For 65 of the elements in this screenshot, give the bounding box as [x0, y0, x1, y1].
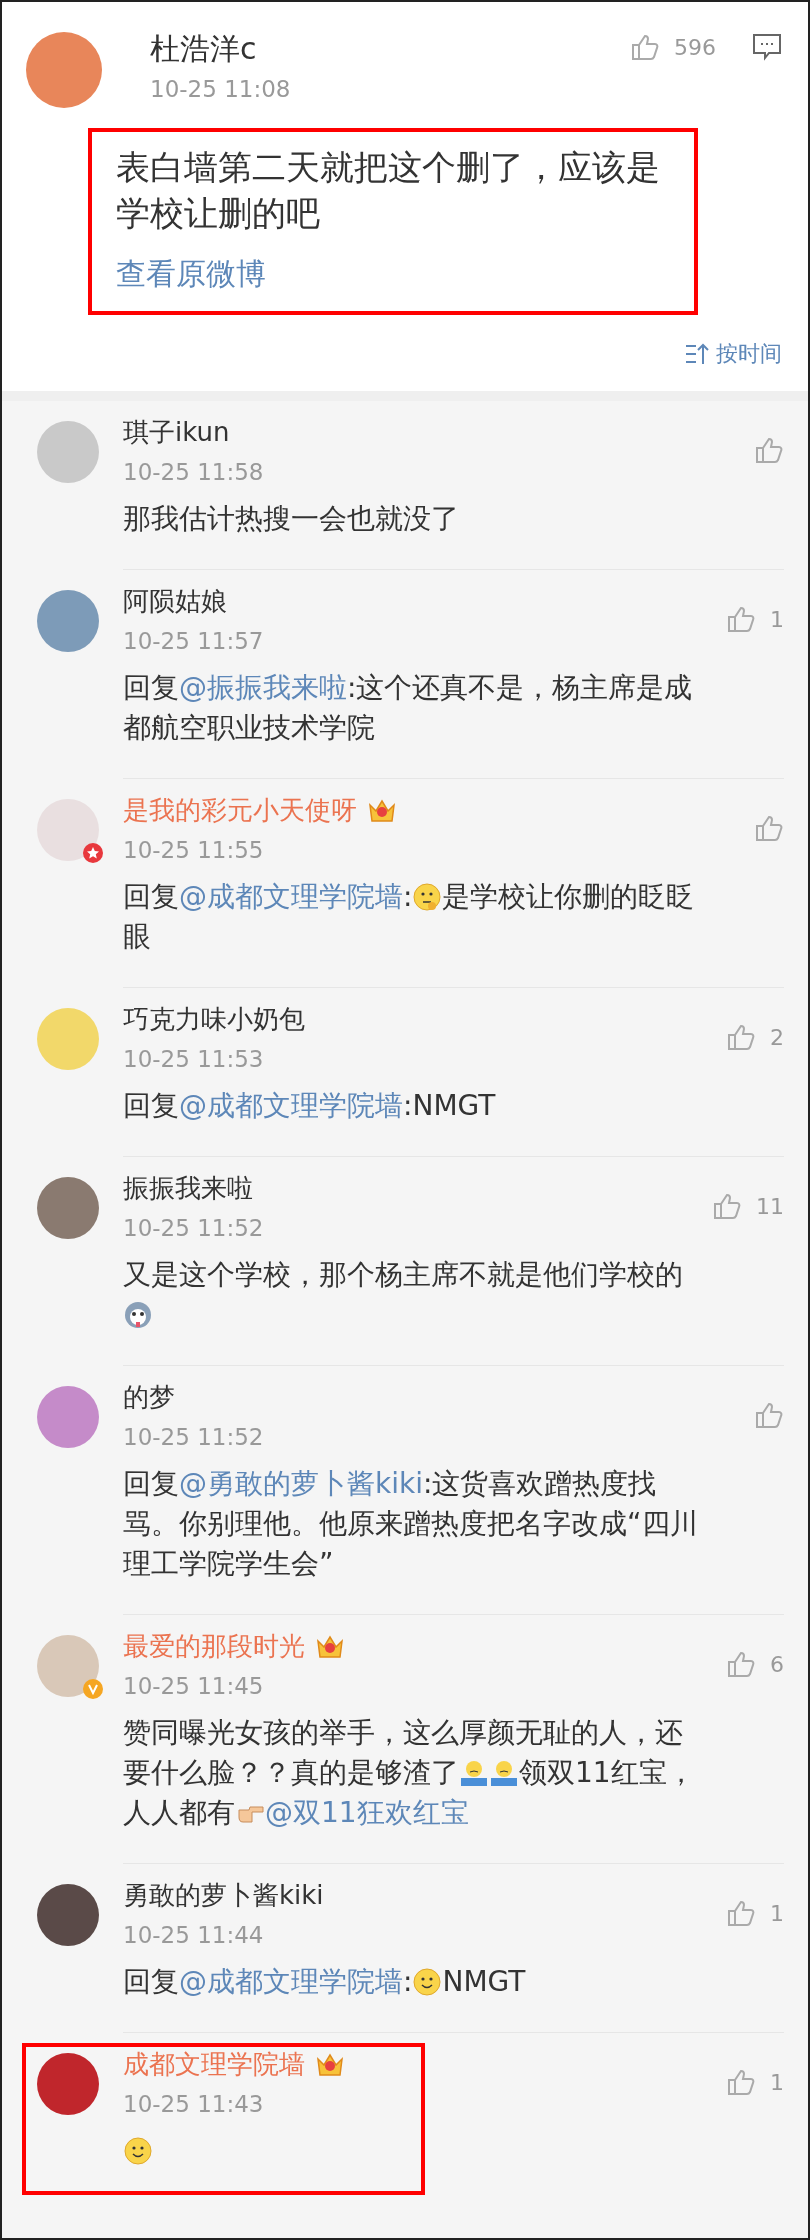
comment-time: 10-25 11:43 [123, 2091, 265, 2117]
sort-icon [684, 342, 710, 366]
comment-time: 10-25 11:45 [123, 1673, 265, 1699]
like-count: 596 [674, 34, 716, 60]
sort-by-time-button[interactable]: 按时间 [684, 339, 782, 369]
thumbs-up-icon[interactable] [754, 435, 784, 465]
comment-text: 回复@勇敢的萝卜酱kiki:这货喜欢蹭热度找骂。你别理他。他原来蹭热度把名字改成“四川理工学院学生会” [123, 1466, 699, 1582]
thumbs-up-icon[interactable] [726, 604, 756, 634]
comment-time: 10-25 11:58 [123, 459, 264, 485]
thumbs-up-icon[interactable] [726, 1649, 756, 1679]
comment-time: 10-25 11:53 [123, 1046, 265, 1072]
mention-link[interactable]: @振振我来啦 [179, 671, 347, 704]
comment-text: 回复@成都文理学院墙:NMGT [123, 1088, 497, 1124]
comment-time: 10-25 11:44 [123, 1922, 265, 1948]
mention-link[interactable]: @勇敢的萝卜酱kiki [179, 1467, 423, 1500]
comment-text: 那我估计热搜一会也就没了 [123, 501, 460, 537]
comment-icon[interactable] [752, 33, 782, 61]
comment-time: 10-25 11:08 [150, 76, 292, 102]
crown-icon [367, 797, 397, 823]
like-count: 1 [770, 2069, 784, 2095]
author-name[interactable]: 阿陨姑娘 [123, 584, 227, 618]
mention-link[interactable]: @成都文理学院墙 [179, 1089, 403, 1122]
emoji-icon [412, 1967, 443, 1997]
comment-time: 10-25 11:52 [123, 1215, 264, 1241]
like-count: 1 [770, 1900, 784, 1926]
author-name[interactable]: 的梦 [123, 1380, 175, 1414]
like-count: 11 [756, 1193, 784, 1219]
author-name[interactable]: 琪子ikun [123, 415, 230, 449]
mention-link[interactable]: @双11狂欢红宝 [265, 1796, 469, 1829]
comment-text: 回复@振振我来啦:这个还真不是，杨主席是成都航空职业技术学院 [123, 670, 694, 746]
crown-icon [315, 2051, 345, 2077]
comment-text: 赞同曝光女孩的举手，这么厚颜无耻的人，还要什么脸？？真的是够渣了 领双11红宝，人人都有 @双11狂欢红宝 [123, 1715, 696, 1831]
emoji-icon [123, 2136, 153, 2166]
author-name[interactable]: 成都文理学院墙 [123, 2047, 305, 2081]
author-name[interactable]: 是我的彩元小天使呀 [123, 793, 357, 827]
comment-time: 10-25 11:57 [123, 628, 264, 654]
mention-link[interactable]: @成都文理学院墙 [179, 1965, 403, 1998]
author-name[interactable]: 最爱的那段时光 [123, 1629, 305, 1663]
like-count: 2 [770, 1024, 784, 1050]
thumbs-up-icon[interactable] [726, 2067, 756, 2097]
thumbs-up-icon[interactable] [754, 1400, 784, 1430]
like-count: 1 [770, 606, 784, 632]
author-name[interactable]: 振振我来啦 [123, 1171, 253, 1205]
thumbs-up-icon[interactable] [630, 32, 660, 62]
comment-time: 10-25 11:55 [123, 837, 265, 863]
mention-link[interactable]: @成都文理学院墙 [179, 880, 403, 913]
thumbs-up-icon[interactable] [726, 1022, 756, 1052]
thumbs-up-icon[interactable] [754, 813, 784, 843]
shrug-emoji-icon [489, 1758, 519, 1788]
thumbs-up-icon[interactable] [726, 1898, 756, 1928]
emoji-icon [412, 882, 443, 912]
comment-text: 回复@成都文理学院墙: 是学校让你删的眨眨眼 [123, 879, 696, 955]
comment-time: 10-25 11:52 [123, 1424, 264, 1450]
crown-icon [315, 1633, 345, 1659]
like-count: 6 [770, 1651, 784, 1677]
comment-text: 回复@成都文理学院墙: NMGT [123, 1964, 527, 2000]
comment-text: 表白墙第二天就把这个删了，应该是学校让删的吧 [116, 146, 661, 235]
shrug-emoji-icon [459, 1758, 489, 1788]
author-name[interactable]: 杜浩洋c [150, 32, 257, 66]
view-original-link[interactable]: 查看原微博 [116, 254, 266, 295]
author-name[interactable]: 巧克力味小奶包 [123, 1002, 305, 1036]
thumbs-up-icon[interactable] [712, 1191, 742, 1221]
dog-emoji-icon [123, 1300, 153, 1330]
comment-text: 又是这个学校，那个杨主席不就是他们学校的 [123, 1255, 784, 1335]
author-name[interactable]: 勇敢的萝卜酱kiki [123, 1878, 324, 1912]
